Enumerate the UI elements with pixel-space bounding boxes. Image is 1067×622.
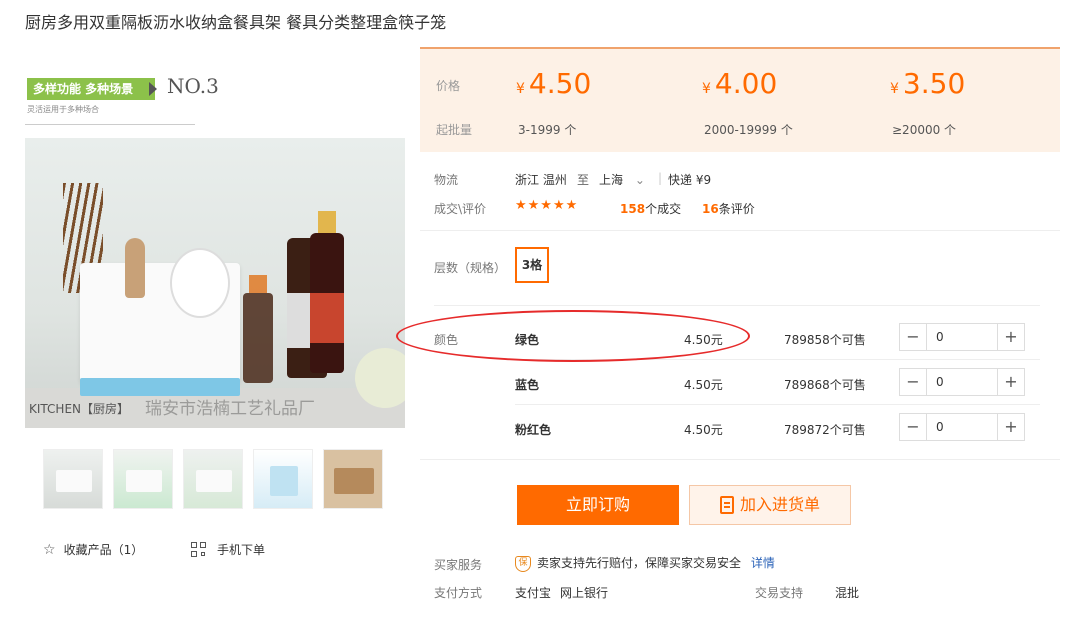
quantity-input[interactable] [927, 324, 997, 350]
logistics-label: 物流 [434, 173, 459, 187]
ship-from: 浙江 温州 [515, 173, 567, 187]
quantity-stepper-pink: − + [899, 413, 1025, 441]
favorite-label: 收藏产品（1） [63, 543, 144, 557]
to-word: 至 [577, 173, 590, 187]
details-link[interactable]: 详情 [751, 556, 775, 570]
shop-watermark: 瑞安市浩楠工艺礼品厂 [145, 399, 315, 419]
minus-button[interactable]: − [900, 414, 927, 440]
bottle-image [310, 211, 344, 373]
minus-button[interactable]: − [900, 369, 927, 395]
price-label: 价格 [436, 79, 461, 93]
guarantee-info: 保卖家支持先行赔付，保障买家交易安全 详情 [515, 554, 775, 572]
reviews-label: 成交\评价 [434, 202, 487, 216]
review-count[interactable]: 16条评价 [702, 200, 755, 217]
plus-button[interactable]: + [997, 414, 1024, 440]
plate-image [170, 248, 230, 318]
banner-arrow-icon [149, 82, 157, 96]
price-tier-2: ¥4.00 [702, 67, 778, 100]
shipping-fee: 快递 ¥9 [668, 173, 712, 187]
payment-label: 支付方式 [434, 586, 483, 600]
range-tier-3: ≥20000 个 [892, 123, 957, 137]
color-price: 4.50元 [684, 378, 723, 392]
plus-button[interactable]: + [997, 324, 1024, 350]
image-banner: 多样功能 多种场景 NO.3 灵活运用于多种场合 [25, 66, 405, 138]
color-name-blue: 蓝色 [515, 378, 540, 392]
section-divider [420, 230, 1060, 231]
mobile-order-button[interactable]: 手机下单 [191, 541, 265, 558]
spec-label: 层数（规格） [434, 261, 507, 275]
quantity-input[interactable] [927, 369, 997, 395]
plus-button[interactable]: + [997, 369, 1024, 395]
quantity-stepper-green: − + [899, 323, 1025, 351]
price-tier-3: ¥3.50 [890, 67, 966, 100]
thumbnail-5[interactable] [323, 449, 383, 509]
trade-support-value: 混批 [835, 586, 860, 600]
color-stock: 789872个可售 [784, 423, 866, 437]
thumbnail-2[interactable] [113, 449, 173, 509]
clipboard-icon [719, 496, 734, 514]
banner-subtext: 灵活运用于多种场合 [27, 105, 99, 114]
banner-divider [25, 124, 195, 125]
add-to-list-label: 加入进货单 [739, 495, 820, 514]
color-stock: 789858个可售 [784, 333, 866, 347]
chevron-down-icon: ⌄ [634, 173, 645, 187]
guarantee-text: 卖家支持先行赔付，保障买家交易安全 [537, 556, 742, 570]
star-outline-icon: ☆ [43, 541, 56, 558]
quantity-input[interactable] [927, 414, 997, 440]
guarantee-shield-icon: 保 [515, 555, 531, 572]
rating-stars-icon: ★★★★★ [515, 198, 579, 213]
price-panel: 价格 起批量 ¥4.50 ¥4.00 ¥3.50 3-1999 个 2000-1… [420, 47, 1060, 152]
bottle-image [243, 275, 273, 383]
buyer-service-label: 买家服务 [434, 558, 483, 572]
favorite-button[interactable]: ☆ 收藏产品（1） [43, 541, 143, 558]
color-name-pink: 粉红色 [515, 423, 552, 437]
section-divider [434, 305, 1040, 306]
separator: | [658, 171, 663, 185]
row-divider [515, 404, 1040, 405]
range-tier-1: 3-1999 个 [518, 123, 577, 137]
banner-main-text: 多样功能 多种场景 [27, 78, 155, 100]
thumbnail-4[interactable] [253, 449, 313, 509]
section-divider [420, 459, 1060, 460]
product-title: 厨房多用双重隔板沥水收纳盒餐具架 餐具分类整理盒筷子笼 [25, 13, 447, 32]
qr-code-icon [191, 541, 207, 558]
product-photo-scene [25, 138, 405, 428]
payment-alipay: 支付宝 [515, 586, 552, 600]
trade-support-label: 交易支持 [755, 586, 804, 600]
thumbnail-1[interactable] [43, 449, 103, 509]
minus-button[interactable]: − [900, 324, 927, 350]
deals-count[interactable]: 158个成交 [620, 200, 681, 217]
spec-option-3grid[interactable]: 3格 [515, 247, 549, 283]
price-tier-1: ¥4.50 [516, 67, 592, 100]
annotation-ellipse [396, 310, 750, 362]
payment-bank: 网上银行 [560, 586, 609, 600]
color-price: 4.50元 [684, 423, 723, 437]
banner-number: NO.3 [167, 74, 219, 98]
add-to-list-button[interactable]: 加入进货单 [689, 485, 851, 525]
buy-now-button[interactable]: 立即订购 [517, 485, 679, 525]
ship-to-select[interactable]: 上海 ⌄ [599, 171, 645, 188]
color-stock: 789868个可售 [784, 378, 866, 392]
quantity-stepper-blue: − + [899, 368, 1025, 396]
thumbnail-3[interactable] [183, 449, 243, 509]
spoon-image [125, 238, 145, 298]
range-tier-2: 2000-19999 个 [704, 123, 793, 137]
mobile-order-label: 手机下单 [217, 543, 266, 557]
thumbnail-strip [43, 449, 383, 509]
moq-label: 起批量 [436, 123, 473, 137]
kitchen-watermark: KITCHEN【厨房】 [29, 402, 129, 416]
product-main-image[interactable]: 多样功能 多种场景 NO.3 灵活运用于多种场合 KITCHEN【厨房】 瑞安市… [25, 66, 405, 428]
